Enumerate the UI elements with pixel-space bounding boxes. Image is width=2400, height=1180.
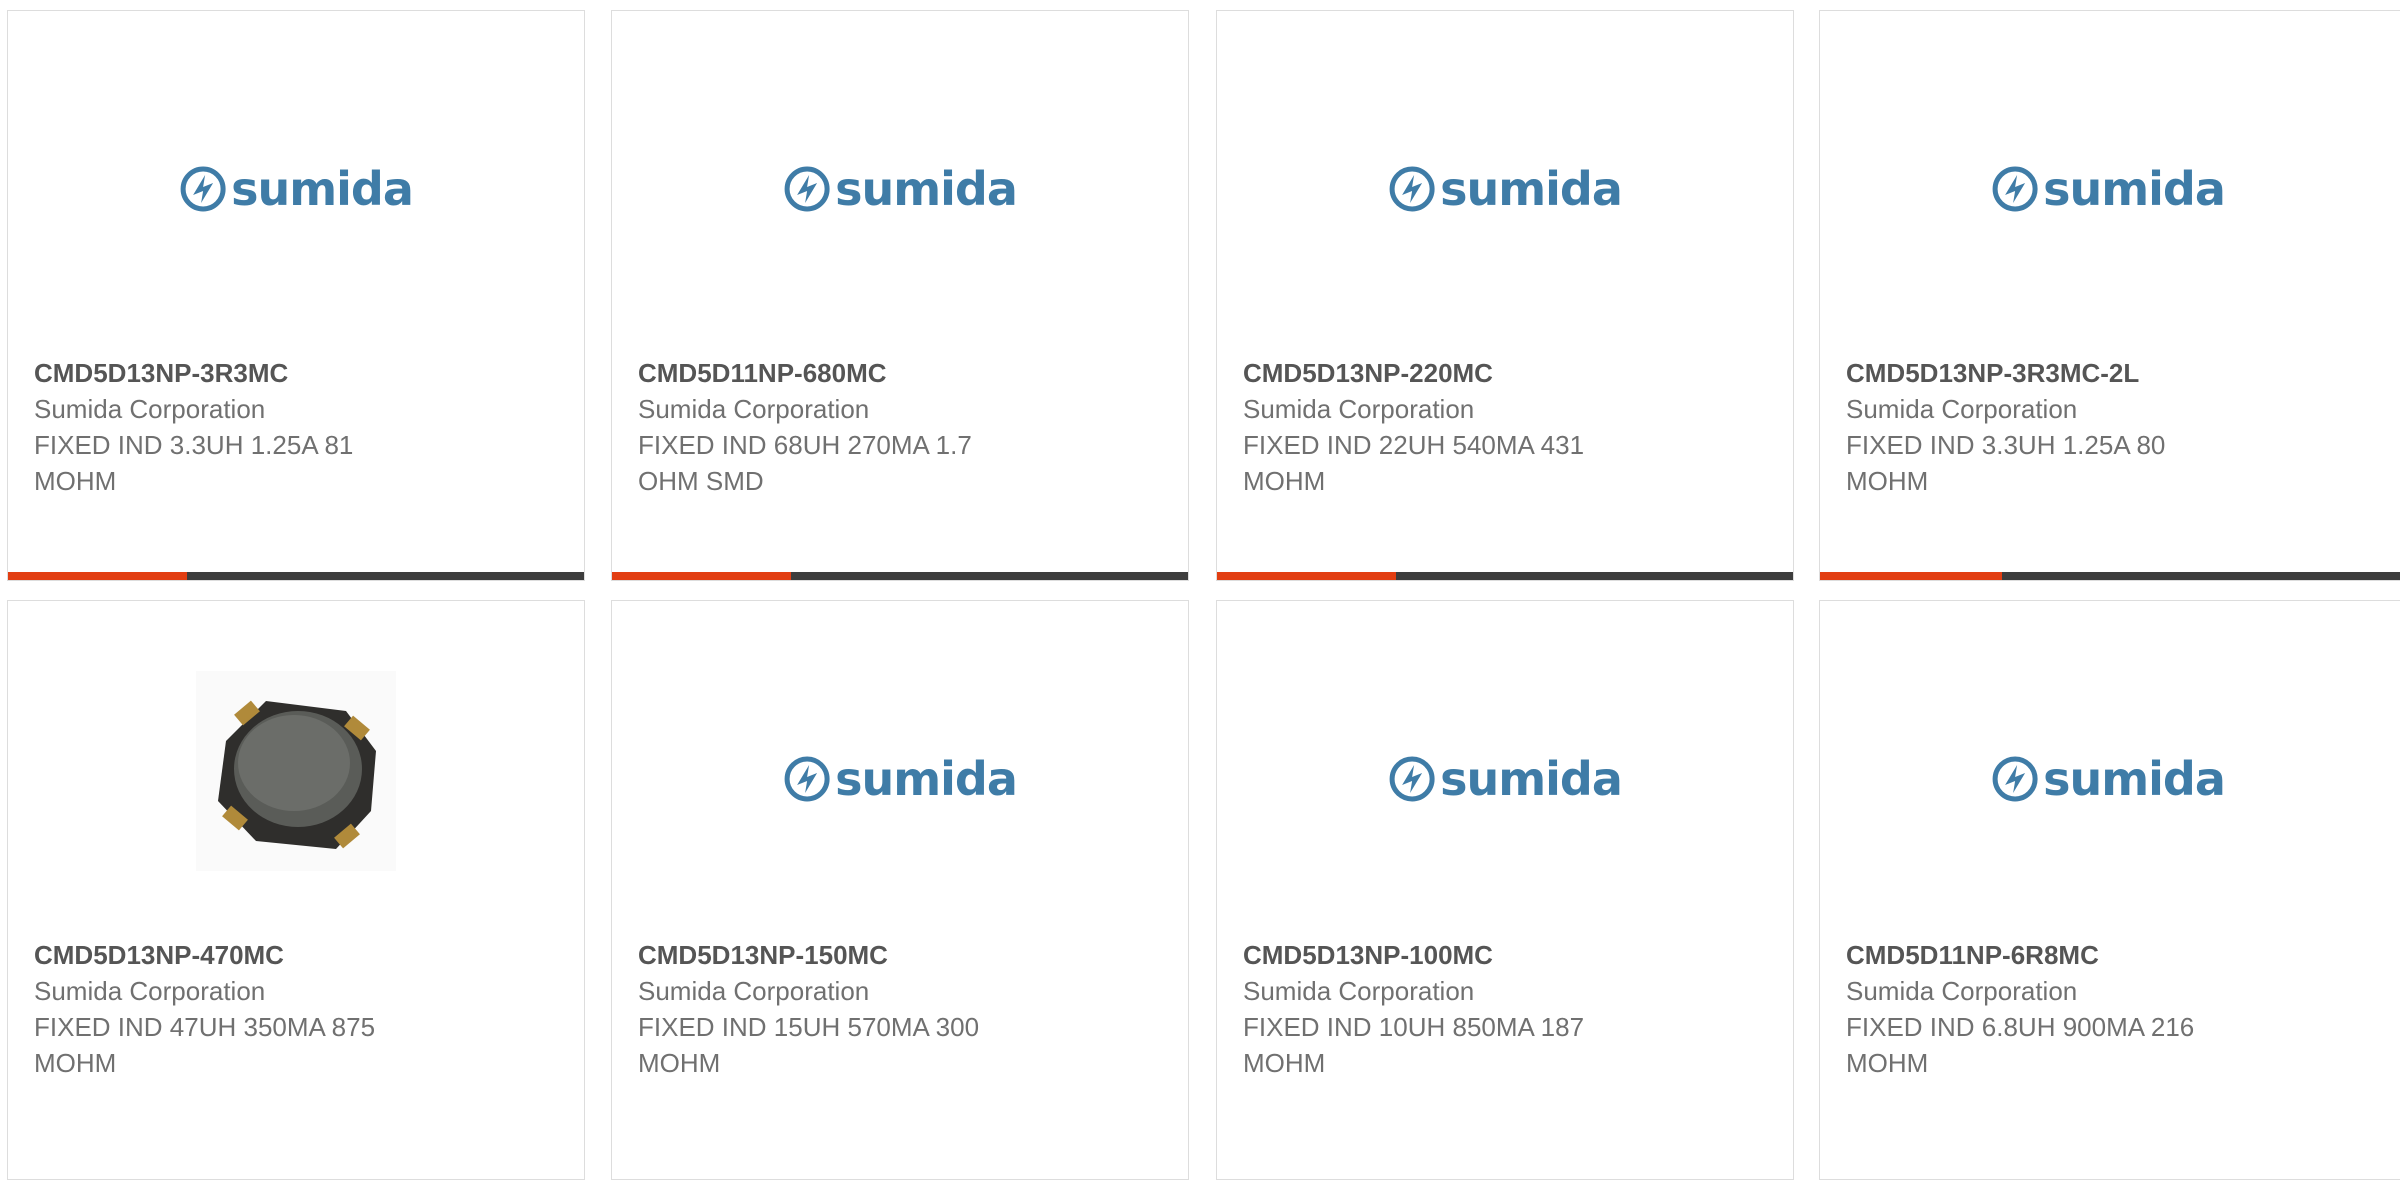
part-number[interactable]: CMD5D13NP-3R3MC bbox=[34, 355, 564, 391]
logo-text: sumida bbox=[835, 752, 1018, 806]
manufacturer: Sumida Corporation bbox=[34, 976, 266, 1006]
progress-bar bbox=[612, 572, 1188, 580]
sumida-mark-icon bbox=[784, 166, 830, 212]
progress-bar bbox=[1820, 572, 2400, 580]
sumida-mark-icon bbox=[1992, 756, 2038, 802]
logo-text: sumida bbox=[231, 162, 414, 216]
logo-text: sumida bbox=[2043, 752, 2226, 806]
product-info: CMD5D13NP-3R3MC-2L Sumida Corporation FI… bbox=[1846, 355, 2388, 499]
logo-text: sumida bbox=[1440, 162, 1623, 216]
sumida-logo: sumida bbox=[1991, 752, 2226, 806]
inductor-image bbox=[218, 700, 376, 849]
description: FIXED IND 22UH 540MA 431 MOHM bbox=[1243, 430, 1585, 496]
description: FIXED IND 47UH 350MA 875 MOHM bbox=[34, 1012, 376, 1078]
manufacturer: Sumida Corporation bbox=[638, 976, 870, 1006]
product-card[interactable]: sumida CMD5D13NP-3R3MC-2L Sumida Corpora… bbox=[1819, 10, 2400, 581]
product-info: CMD5D13NP-150MC Sumida Corporation FIXED… bbox=[638, 937, 1168, 1081]
part-number[interactable]: CMD5D13NP-470MC bbox=[34, 937, 564, 973]
sumida-mark-icon bbox=[180, 166, 226, 212]
product-image-area: sumida bbox=[8, 11, 584, 351]
product-card[interactable]: sumida CMD5D13NP-220MC Sumida Corporatio… bbox=[1216, 10, 1794, 581]
sumida-logo: sumida bbox=[179, 162, 414, 216]
progress-bar-fill bbox=[612, 572, 791, 580]
sumida-logo: sumida bbox=[783, 752, 1018, 806]
sumida-mark-icon bbox=[784, 756, 830, 802]
sumida-mark-icon bbox=[1389, 756, 1435, 802]
product-card[interactable]: CMD5D13NP-470MC Sumida Corporation FIXED… bbox=[7, 600, 585, 1180]
product-card[interactable]: sumida CMD5D11NP-680MC Sumida Corporatio… bbox=[611, 10, 1189, 581]
product-card[interactable]: sumida CMD5D13NP-3R3MC Sumida Corporatio… bbox=[7, 10, 585, 581]
description: FIXED IND 6.8UH 900MA 216 MOHM bbox=[1846, 1012, 2195, 1078]
product-image-area: sumida bbox=[1820, 601, 2396, 941]
product-grid: sumida CMD5D13NP-3R3MC Sumida Corporatio… bbox=[0, 0, 2400, 1180]
sumida-mark-icon bbox=[1992, 166, 2038, 212]
product-image-area bbox=[8, 601, 584, 941]
sumida-logo: sumida bbox=[783, 162, 1018, 216]
manufacturer: Sumida Corporation bbox=[1846, 394, 2078, 424]
part-number[interactable]: CMD5D13NP-100MC bbox=[1243, 937, 1773, 973]
manufacturer: Sumida Corporation bbox=[638, 394, 870, 424]
logo-text: sumida bbox=[1440, 752, 1623, 806]
manufacturer: Sumida Corporation bbox=[1846, 976, 2078, 1006]
manufacturer: Sumida Corporation bbox=[1243, 394, 1475, 424]
product-card[interactable]: sumida CMD5D13NP-100MC Sumida Corporatio… bbox=[1216, 600, 1794, 1180]
product-card[interactable]: sumida CMD5D13NP-150MC Sumida Corporatio… bbox=[611, 600, 1189, 1180]
sumida-mark-icon bbox=[1389, 166, 1435, 212]
description: FIXED IND 68UH 270MA 1.7 OHM SMD bbox=[638, 430, 972, 496]
product-info: CMD5D13NP-220MC Sumida Corporation FIXED… bbox=[1243, 355, 1773, 499]
sumida-logo: sumida bbox=[1991, 162, 2226, 216]
product-image-area: sumida bbox=[612, 601, 1188, 941]
product-info: CMD5D11NP-6R8MC Sumida Corporation FIXED… bbox=[1846, 937, 2388, 1081]
product-image-area: sumida bbox=[1217, 601, 1793, 941]
product-card[interactable]: sumida CMD5D11NP-6R8MC Sumida Corporatio… bbox=[1819, 600, 2400, 1180]
logo-text: sumida bbox=[835, 162, 1018, 216]
manufacturer: Sumida Corporation bbox=[1243, 976, 1475, 1006]
progress-bar-fill bbox=[1820, 572, 2003, 580]
part-number[interactable]: CMD5D13NP-220MC bbox=[1243, 355, 1773, 391]
product-image-area: sumida bbox=[612, 11, 1188, 351]
description: FIXED IND 10UH 850MA 187 MOHM bbox=[1243, 1012, 1585, 1078]
product-info: CMD5D13NP-3R3MC Sumida Corporation FIXED… bbox=[34, 355, 564, 499]
part-number[interactable]: CMD5D13NP-3R3MC-2L bbox=[1846, 355, 2388, 391]
progress-bar bbox=[1217, 572, 1793, 580]
progress-bar-fill bbox=[1217, 572, 1396, 580]
description: FIXED IND 15UH 570MA 300 MOHM bbox=[638, 1012, 980, 1078]
sumida-logo: sumida bbox=[1388, 752, 1623, 806]
progress-bar bbox=[8, 572, 584, 580]
logo-text: sumida bbox=[2043, 162, 2226, 216]
inductor-photo bbox=[196, 671, 396, 871]
product-info: CMD5D13NP-470MC Sumida Corporation FIXED… bbox=[34, 937, 564, 1081]
product-info: CMD5D11NP-680MC Sumida Corporation FIXED… bbox=[638, 355, 1168, 499]
part-number[interactable]: CMD5D11NP-680MC bbox=[638, 355, 1168, 391]
product-info: CMD5D13NP-100MC Sumida Corporation FIXED… bbox=[1243, 937, 1773, 1081]
description: FIXED IND 3.3UH 1.25A 80 MOHM bbox=[1846, 430, 2166, 496]
part-number[interactable]: CMD5D13NP-150MC bbox=[638, 937, 1168, 973]
description: FIXED IND 3.3UH 1.25A 81 MOHM bbox=[34, 430, 354, 496]
manufacturer: Sumida Corporation bbox=[34, 394, 266, 424]
progress-bar-fill bbox=[8, 572, 187, 580]
product-image-area: sumida bbox=[1217, 11, 1793, 351]
product-image-area: sumida bbox=[1820, 11, 2396, 351]
sumida-logo: sumida bbox=[1388, 162, 1623, 216]
part-number[interactable]: CMD5D11NP-6R8MC bbox=[1846, 937, 2388, 973]
